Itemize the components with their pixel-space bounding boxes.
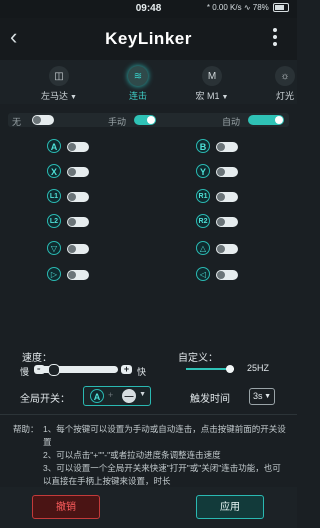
- more-options-icon[interactable]: [273, 28, 277, 49]
- key-row-left: ◁: [196, 267, 256, 282]
- divider: [0, 414, 297, 415]
- turbo-icon: ≋: [128, 66, 148, 86]
- speed-label: 速度：: [22, 353, 52, 364]
- key-up-toggle[interactable]: [216, 244, 238, 254]
- function-tabs: ◫ 左马达 ▼ ≋ 连击 M 宏 M1 ▼ ☼ 灯光: [0, 60, 297, 104]
- cancel-button[interactable]: 撤销: [32, 495, 100, 519]
- key-r1-icon: R1: [196, 189, 210, 203]
- light-icon: ☼: [275, 66, 295, 86]
- footer-bar: 撤销 应用: [0, 487, 297, 528]
- app-header: ‹ KeyLinker: [0, 18, 297, 60]
- key-row-l2: L2: [47, 214, 107, 229]
- speed-increase-button[interactable]: +: [121, 365, 132, 374]
- key-right-icon: ▷: [47, 267, 61, 281]
- custom-slider-fill: [186, 368, 226, 370]
- chevron-down-icon: ▼: [264, 393, 271, 400]
- help-title: 帮助：: [13, 424, 39, 434]
- tab-light[interactable]: ☼ 灯光: [268, 66, 302, 102]
- key-l1-toggle[interactable]: [67, 192, 89, 202]
- tab-macro[interactable]: M 宏 M1 ▼: [186, 66, 238, 102]
- tab-turbo[interactable]: ≋ 连击: [118, 66, 158, 102]
- key-a-toggle[interactable]: [67, 142, 89, 152]
- key-row-l1: L1: [47, 189, 107, 204]
- key-l2-toggle[interactable]: [67, 217, 89, 227]
- key-y-toggle[interactable]: [216, 167, 238, 177]
- key-row-up: △: [196, 241, 256, 256]
- macro-icon: M: [202, 66, 222, 86]
- custom-slider-thumb[interactable]: [226, 365, 234, 373]
- global-key-minus-icon: —: [122, 389, 136, 403]
- mode-selector: 无 手动 自动: [8, 113, 289, 127]
- key-row-right: ▷: [47, 267, 107, 282]
- tab-label: 连击: [128, 91, 147, 101]
- battery-icon: [273, 3, 289, 13]
- key-x-toggle[interactable]: [67, 167, 89, 177]
- status-indicators: * 0.00 K/s ∿ 78%: [206, 3, 289, 13]
- trigger-time-value: 3s: [253, 391, 263, 401]
- key-right-toggle[interactable]: [67, 270, 89, 280]
- help-line-2: 2、可以点击"+""-"或者拉动进度条调整连击速度: [43, 450, 221, 460]
- motor-icon: ◫: [49, 66, 69, 86]
- tab-left-motor[interactable]: ◫ 左马达 ▼: [34, 66, 84, 102]
- global-switch-combo[interactable]: A + — ▼: [83, 386, 151, 406]
- mode-off-toggle[interactable]: [32, 115, 54, 125]
- key-down-toggle[interactable]: [67, 244, 89, 254]
- chevron-down-icon: ▼: [139, 391, 146, 398]
- mode-auto-toggle[interactable]: [248, 115, 284, 125]
- apply-button[interactable]: 应用: [196, 495, 264, 519]
- tab-label: 灯光: [275, 91, 294, 101]
- mode-off-label: 无: [12, 117, 22, 127]
- key-l1-icon: L1: [47, 189, 61, 203]
- mode-manual-toggle[interactable]: [134, 115, 156, 125]
- status-bar: 09:48 * 0.00 K/s ∿ 78%: [0, 0, 297, 18]
- key-r1-toggle[interactable]: [216, 192, 238, 202]
- help-line-1: 1、每个按键可以设置为手动或自动连击，点击按键前面的开关设置: [43, 424, 286, 447]
- key-row-r2: R2: [196, 214, 256, 229]
- key-l2-icon: L2: [47, 214, 61, 228]
- page-title: KeyLinker: [105, 29, 192, 48]
- custom-value: 25HZ: [247, 363, 270, 373]
- key-down-icon: ▽: [47, 241, 61, 255]
- tab-label: 左马达: [41, 91, 69, 101]
- key-row-x: X: [47, 164, 107, 179]
- key-row-y: Y: [196, 164, 256, 179]
- global-key-a-icon: A: [90, 389, 104, 403]
- key-up-icon: △: [196, 241, 210, 255]
- speed-slider-thumb[interactable]: [48, 364, 61, 376]
- help-line-3: 3、可以设置一个全局开关来快速"打开"或"关闭"连击功能，也可以直接在手柄上按键…: [43, 463, 281, 486]
- speed-fast-label: 快: [137, 367, 147, 377]
- key-left-toggle[interactable]: [216, 270, 238, 280]
- custom-label: 自定义：: [178, 353, 218, 364]
- mode-auto-label: 自动: [222, 117, 241, 127]
- key-left-icon: ◁: [196, 267, 210, 281]
- key-r2-toggle[interactable]: [216, 217, 238, 227]
- global-switch-label: 全局开关：: [20, 394, 70, 405]
- key-a-icon: A: [47, 139, 61, 153]
- key-row-b: B: [196, 139, 256, 154]
- tab-label: 宏 M1: [195, 91, 220, 101]
- speed-slow-label: 慢: [20, 367, 30, 377]
- mode-manual-label: 手动: [108, 117, 127, 127]
- trigger-time-label: 触发时间: [190, 394, 230, 405]
- key-row-a: A: [47, 139, 107, 154]
- key-row-down: ▽: [47, 241, 107, 256]
- trigger-time-select[interactable]: 3s ▼: [249, 388, 275, 405]
- key-row-r1: R1: [196, 189, 256, 204]
- key-y-icon: Y: [196, 164, 210, 178]
- key-b-icon: B: [196, 139, 210, 153]
- key-x-icon: X: [47, 164, 61, 178]
- key-r2-icon: R2: [196, 214, 210, 228]
- status-right-text: * 0.00 K/s ∿ 78%: [206, 3, 269, 12]
- key-b-toggle[interactable]: [216, 142, 238, 152]
